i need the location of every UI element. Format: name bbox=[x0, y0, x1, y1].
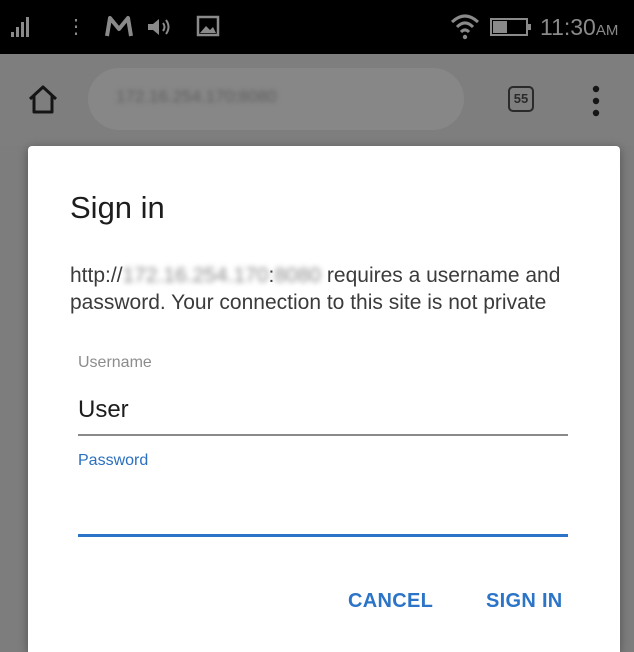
password-input[interactable] bbox=[78, 486, 568, 537]
sign-in-dialog: Sign in http://172.16.254.170:8080 requi… bbox=[28, 146, 620, 652]
clock: 11:30AM bbox=[540, 13, 618, 45]
home-icon[interactable] bbox=[26, 82, 60, 116]
dialog-title: Sign in bbox=[70, 190, 165, 225]
m-logo-icon bbox=[105, 16, 133, 37]
message-host: 172.16.254.170 bbox=[122, 264, 269, 287]
clock-ampm: AM bbox=[595, 22, 619, 39]
url-port: 8080 bbox=[238, 87, 277, 106]
url-text: 172.16.254.170:8080 bbox=[116, 87, 277, 107]
status-dots: ⋮ bbox=[66, 16, 86, 38]
password-label: Password bbox=[78, 452, 149, 469]
status-bar: ⋮ 11:30AM bbox=[0, 0, 634, 54]
username-label: Username bbox=[78, 354, 152, 371]
sign-in-button[interactable]: SIGN IN bbox=[478, 584, 571, 619]
message-prefix: http:// bbox=[70, 264, 123, 287]
battery-icon bbox=[490, 18, 531, 36]
username-input[interactable] bbox=[78, 386, 568, 436]
tab-switcher-button[interactable]: 55 bbox=[508, 86, 534, 112]
message-port: 8080 bbox=[274, 264, 322, 287]
browser-toolbar: 172.16.254.170:8080 55 bbox=[0, 54, 634, 146]
wifi-icon bbox=[450, 14, 480, 40]
address-bar[interactable]: 172.16.254.170:8080 bbox=[88, 68, 464, 130]
volume-icon bbox=[148, 19, 170, 35]
screen: ⋮ 11:30AM 172.16.254.170:8080 55 Sign in… bbox=[0, 0, 634, 652]
dialog-message: http://172.16.254.170:8080 requires a us… bbox=[70, 262, 580, 316]
url-host: 172.16.254.170 bbox=[116, 87, 235, 106]
image-icon bbox=[196, 15, 220, 37]
overflow-menu-icon[interactable] bbox=[586, 84, 606, 118]
clock-time: 11:30 bbox=[540, 14, 596, 40]
signal-icon bbox=[11, 17, 29, 37]
cancel-button[interactable]: CANCEL bbox=[340, 584, 441, 619]
